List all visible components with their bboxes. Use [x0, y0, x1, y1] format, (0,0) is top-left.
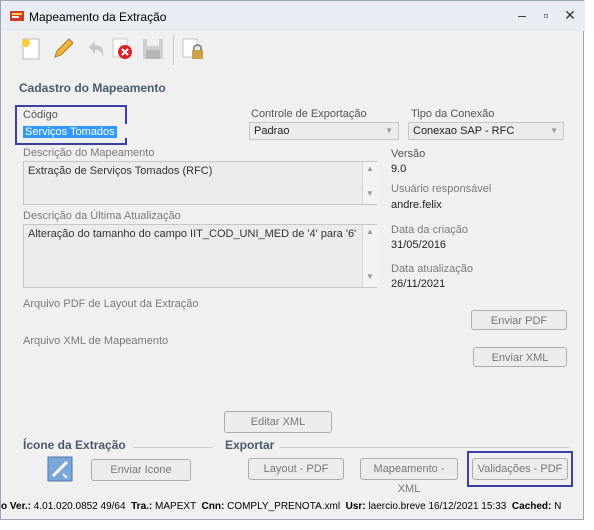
status-ver-value: 4.01.020.0852	[33, 501, 98, 512]
background-window-strip	[584, 0, 594, 530]
versao-field: 9.0	[389, 161, 565, 177]
versao-value: 9.0	[391, 163, 407, 175]
status-tra-label: Tra.:	[131, 501, 153, 512]
maximize-button[interactable]: ▫	[535, 5, 557, 25]
data-criacao-field: 31/05/2016	[389, 237, 545, 253]
main-window: Mapeamento da Extração – ▫ ✕ Cadastro do…	[0, 0, 585, 520]
status-datetime: 16/12/2021 15:33	[428, 501, 507, 512]
section-title-icone: Ícone da Extração	[23, 438, 126, 452]
scroll-up-icon[interactable]: ▲	[363, 164, 377, 173]
save-icon[interactable]	[139, 35, 167, 63]
ultima-scrollbar[interactable]: ▲ ▼	[362, 225, 377, 287]
data-atualizacao-label: Data atualização	[391, 263, 473, 275]
usuario-value: andre.felix	[391, 199, 442, 211]
versao-label: Versão	[391, 148, 426, 160]
close-button[interactable]: ✕	[559, 5, 581, 25]
data-criacao-label: Data da criação	[391, 224, 469, 236]
app-icon	[10, 11, 24, 21]
delete-icon[interactable]	[109, 35, 137, 63]
window-title: Mapeamento da Extração	[29, 10, 167, 24]
pdf-field	[23, 313, 453, 327]
scroll-up-icon[interactable]: ▲	[363, 227, 377, 236]
descricao-value: Extração de Serviços Tomados (RFC)	[28, 165, 213, 177]
status-bar: o Ver.: 4.01.020.0852 49/64 Tra.: MAPEXT…	[1, 498, 585, 516]
validacoes-pdf-button[interactable]: Validações - PDF	[472, 458, 568, 480]
editar-xml-button[interactable]: Editar XML	[224, 411, 332, 433]
layout-pdf-button[interactable]: Layout - PDF	[248, 458, 344, 480]
new-icon[interactable]	[17, 35, 45, 63]
usuario-label: Usuário responsável	[391, 183, 492, 195]
enviar-icone-button[interactable]: Enviar Icone	[91, 459, 191, 481]
codigo-field[interactable]: Serviços Tomados	[23, 124, 241, 138]
data-atualizacao-field: 26/11/2021	[389, 276, 545, 292]
extraction-icon	[47, 456, 73, 482]
data-atualizacao-value: 26/11/2021	[391, 278, 446, 290]
enviar-pdf-button[interactable]: Enviar PDF	[471, 310, 567, 330]
ultima-label: Descrição da Última Atualização	[23, 210, 181, 222]
status-ver-extra: 49/64	[100, 501, 126, 512]
ultima-textarea[interactable]: Alteração do tamanho do campo IIT_COD_UN…	[23, 224, 377, 288]
pdf-label: Arquivo PDF de Layout da Extração	[23, 298, 199, 310]
controle-select[interactable]: Padrao ▼	[249, 122, 399, 140]
scroll-down-icon[interactable]: ▼	[363, 189, 377, 198]
status-ver-label: o Ver.:	[1, 501, 32, 512]
status-cached-value: N	[554, 501, 562, 512]
minimize-button[interactable]: –	[511, 5, 533, 25]
descricao-textarea[interactable]: Extração de Serviços Tomados (RFC)	[23, 161, 377, 205]
icone-divider	[133, 447, 213, 448]
usuario-field: andre.felix	[389, 197, 565, 213]
xml-field	[23, 350, 453, 364]
descricao-scrollbar[interactable]: ▲ ▼	[362, 162, 377, 204]
status-cnn-label: Cnn:	[201, 501, 225, 512]
section-title-cadastro: Cadastro do Mapeamento	[19, 81, 166, 95]
status-usr-value: laercio.breve	[368, 501, 426, 512]
exportar-divider	[279, 447, 569, 448]
chevron-down-icon: ▼	[550, 126, 558, 135]
lock-icon[interactable]	[179, 35, 207, 63]
undo-icon[interactable]	[81, 35, 109, 63]
chevron-down-icon: ▼	[385, 126, 393, 135]
controle-value: Padrao	[254, 125, 290, 137]
codigo-value: Serviços Tomados	[23, 126, 117, 138]
tipo-value: Conexao SAP - RFC	[413, 125, 515, 137]
controle-label: Controle de Exportação	[251, 108, 367, 120]
status-cached-label: Cached:	[511, 501, 552, 512]
status-tra-value: MAPEXT	[155, 501, 196, 512]
data-criacao-value: 31/05/2016	[391, 239, 447, 251]
codigo-label: Código	[23, 109, 58, 121]
toolbar-separator	[173, 35, 174, 65]
section-title-exportar: Exportar	[225, 438, 275, 452]
tipo-select[interactable]: Conexao SAP - RFC ▼	[408, 122, 564, 140]
edit-icon[interactable]	[49, 35, 77, 63]
scroll-down-icon[interactable]: ▼	[363, 272, 377, 281]
descricao-label: Descrição do Mapeamento	[23, 147, 155, 159]
enviar-xml-button[interactable]: Enviar XML	[473, 347, 567, 367]
ultima-value: Alteração do tamanho do campo IIT_COD_UN…	[28, 228, 357, 240]
xml-label: Arquivo XML de Mapeamento	[23, 335, 169, 347]
status-usr-label: Usr:	[345, 501, 366, 512]
status-cnn-value: COMPLY_PRENOTA.xml	[227, 501, 341, 512]
tipo-label: Tipo da Conexão	[411, 108, 495, 120]
mapeamento-xml-button[interactable]: Mapeamento - XML	[360, 458, 458, 495]
